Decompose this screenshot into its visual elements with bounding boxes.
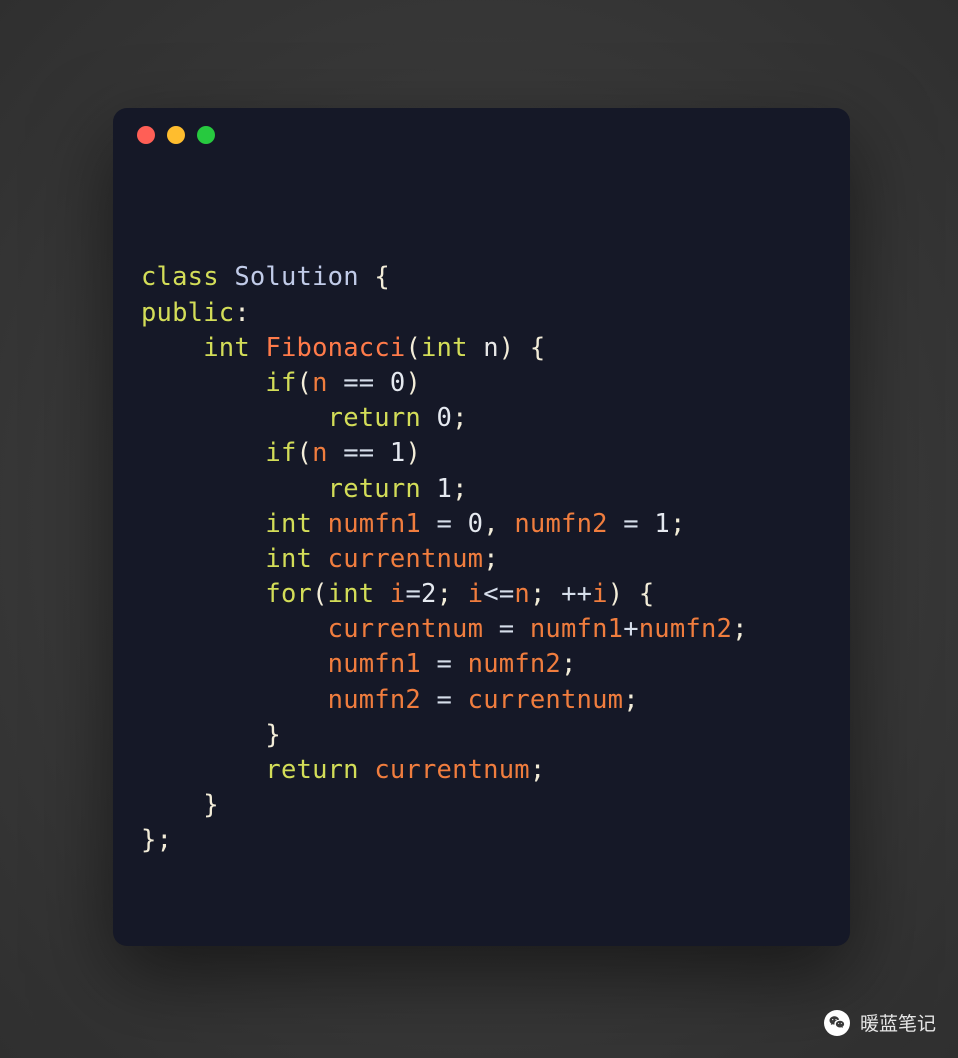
op-plus: +	[623, 614, 639, 644]
literal-0: 0	[468, 509, 484, 539]
literal-1: 1	[437, 474, 453, 504]
op-eq: ==	[343, 438, 374, 468]
semicolon: ;	[561, 649, 577, 679]
keyword-class: class	[141, 262, 219, 292]
var-n: n	[514, 579, 530, 609]
semicolon: ;	[530, 755, 546, 785]
minimize-icon[interactable]	[167, 126, 185, 144]
watermark: 暖蓝笔记	[824, 1009, 936, 1036]
brace-open: {	[639, 579, 655, 609]
semicolon: ;	[670, 509, 686, 539]
window-titlebar	[113, 108, 850, 162]
var-currentnum: currentnum	[374, 755, 530, 785]
paren-close: )	[405, 438, 421, 468]
code-window: class Solution { public: int Fibonacci(i…	[113, 108, 850, 946]
var-i: i	[592, 579, 608, 609]
paren-open: (	[297, 438, 313, 468]
paren-open: (	[312, 579, 328, 609]
semicolon: ;	[157, 825, 173, 855]
semicolon: ;	[452, 403, 468, 433]
var-currentnum: currentnum	[328, 544, 484, 574]
var-numfn2: numfn2	[468, 649, 561, 679]
brace-open: {	[530, 333, 546, 363]
op-assign: =	[623, 509, 639, 539]
param-n: n	[483, 333, 499, 363]
keyword-return: return	[328, 403, 421, 433]
close-icon[interactable]	[137, 126, 155, 144]
var-numfn2: numfn2	[639, 614, 732, 644]
maximize-icon[interactable]	[197, 126, 215, 144]
op-inc: ++	[561, 579, 592, 609]
semicolon: ;	[452, 474, 468, 504]
keyword-public: public	[141, 298, 234, 328]
var-n: n	[312, 438, 328, 468]
var-i: i	[468, 579, 484, 609]
semicolon: ;	[530, 579, 546, 609]
semicolon: ;	[623, 685, 639, 715]
paren-open: (	[297, 368, 313, 398]
literal-2: 2	[421, 579, 437, 609]
var-currentnum: currentnum	[468, 685, 624, 715]
paren-close: )	[499, 333, 515, 363]
op-assign: =	[437, 685, 453, 715]
type-int: int	[265, 509, 312, 539]
wechat-icon	[824, 1010, 850, 1036]
var-numfn1: numfn1	[328, 649, 421, 679]
op-assign: =	[437, 509, 453, 539]
var-numfn2: numfn2	[328, 685, 421, 715]
op-le: <=	[483, 579, 514, 609]
code-block: class Solution { public: int Fibonacci(i…	[113, 162, 850, 887]
op-assign: =	[437, 649, 453, 679]
watermark-text: 暖蓝笔记	[860, 1009, 936, 1036]
class-name: Solution	[234, 262, 358, 292]
keyword-return: return	[328, 474, 421, 504]
paren-close: )	[405, 368, 421, 398]
type-int: int	[421, 333, 468, 363]
comma: ,	[483, 509, 499, 539]
semicolon: ;	[437, 579, 453, 609]
type-int: int	[328, 579, 375, 609]
type-int: int	[265, 544, 312, 574]
op-assign: =	[499, 614, 515, 644]
var-n: n	[312, 368, 328, 398]
var-numfn1: numfn1	[530, 614, 623, 644]
type-int: int	[203, 333, 250, 363]
semicolon: ;	[483, 544, 499, 574]
colon: :	[234, 298, 250, 328]
var-numfn1: numfn1	[328, 509, 421, 539]
op-assign: =	[405, 579, 421, 609]
var-i: i	[390, 579, 406, 609]
keyword-for: for	[265, 579, 312, 609]
brace-close: }	[203, 790, 219, 820]
literal-1: 1	[390, 438, 406, 468]
keyword-if: if	[265, 368, 296, 398]
var-numfn2: numfn2	[514, 509, 607, 539]
paren-close: )	[608, 579, 624, 609]
keyword-if: if	[265, 438, 296, 468]
keyword-return: return	[265, 755, 358, 785]
paren-open: (	[405, 333, 421, 363]
brace-close: }	[265, 720, 281, 750]
brace-close: }	[141, 825, 157, 855]
literal-0: 0	[437, 403, 453, 433]
literal-1: 1	[654, 509, 670, 539]
function-name: Fibonacci	[265, 333, 405, 363]
semicolon: ;	[732, 614, 748, 644]
op-eq: ==	[343, 368, 374, 398]
var-currentnum: currentnum	[328, 614, 484, 644]
brace-open: {	[374, 262, 390, 292]
literal-0: 0	[390, 368, 406, 398]
